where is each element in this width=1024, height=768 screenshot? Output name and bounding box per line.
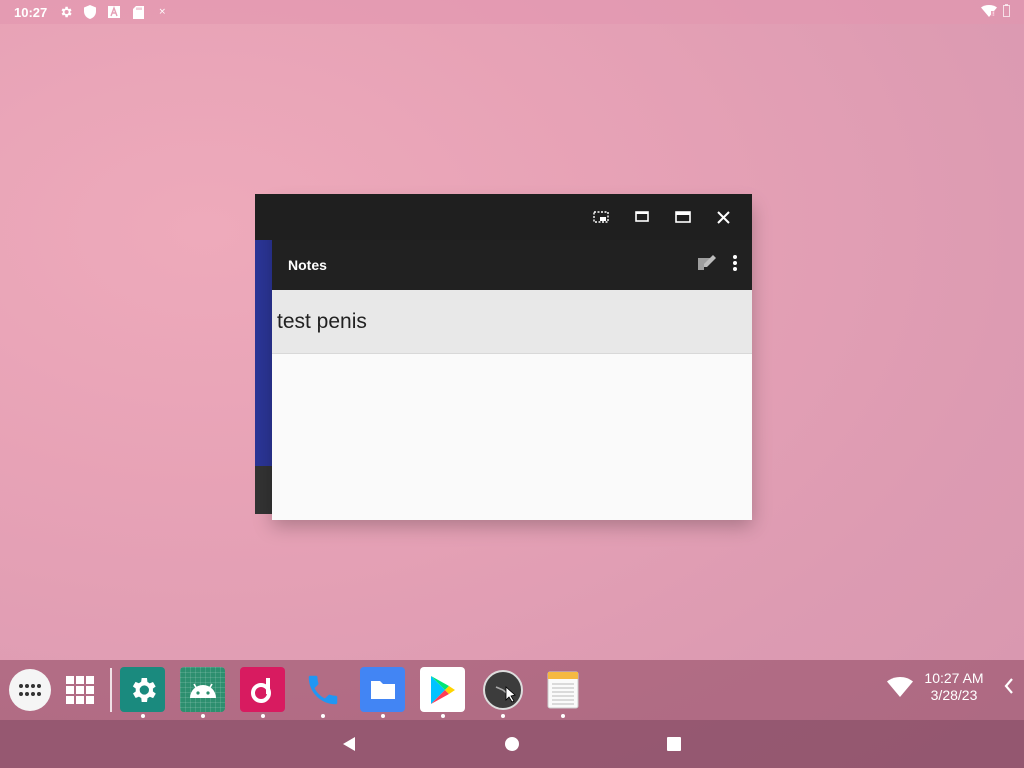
recents-icon[interactable] xyxy=(661,732,687,756)
phone-app-icon[interactable] xyxy=(300,667,345,712)
edit-note-icon[interactable] xyxy=(696,253,718,277)
clock-app-icon[interactable] xyxy=(480,667,525,712)
chevron-left-icon[interactable] xyxy=(1004,678,1014,699)
grid-icon[interactable] xyxy=(64,673,96,707)
android-app-icon[interactable] xyxy=(180,667,225,712)
settings-app-icon[interactable] xyxy=(120,667,165,712)
music-app-icon[interactable] xyxy=(240,667,285,712)
more-vert-icon[interactable] xyxy=(732,254,738,276)
wifi-status-icon[interactable] xyxy=(887,677,913,701)
running-indicator xyxy=(501,714,505,718)
taskbar-divider xyxy=(110,668,112,712)
app-drawer-button[interactable] xyxy=(9,669,51,711)
note-list-item[interactable]: test penis xyxy=(272,290,752,354)
window-titlebar[interactable] xyxy=(255,194,752,240)
taskbar: 10:27 AM 3/28/23 xyxy=(0,660,1024,720)
status-bar: 10:27 × ! xyxy=(0,0,1024,24)
home-icon[interactable] xyxy=(499,732,525,756)
battery-icon xyxy=(1003,4,1010,21)
clock-date: 3/28/23 xyxy=(930,687,978,703)
svg-text:!: ! xyxy=(992,11,994,17)
back-icon[interactable] xyxy=(336,732,362,756)
notes-window[interactable]: Notes test penis xyxy=(255,194,752,520)
running-indicator xyxy=(141,714,145,718)
font-icon xyxy=(107,5,121,19)
wifi-icon: ! xyxy=(981,4,997,21)
maximize-icon[interactable] xyxy=(621,197,662,237)
running-indicator xyxy=(381,714,385,718)
play-store-app-icon[interactable] xyxy=(420,667,465,712)
shield-icon xyxy=(83,5,97,19)
sd-card-icon xyxy=(131,5,145,19)
files-app-icon[interactable] xyxy=(360,667,405,712)
notepad-app-icon[interactable] xyxy=(540,667,585,712)
running-indicator xyxy=(261,714,265,718)
clock-time: 10:27 AM xyxy=(924,670,984,686)
background-window-content xyxy=(255,236,273,466)
status-time: 10:27 xyxy=(14,4,48,20)
running-indicator xyxy=(561,714,565,718)
fullscreen-icon[interactable] xyxy=(662,197,703,237)
note-title: test penis xyxy=(277,309,367,333)
taskbar-clock[interactable]: 10:27 AM 3/28/23 xyxy=(918,670,990,704)
app-title: Notes xyxy=(288,257,327,273)
settings-icon xyxy=(59,5,73,19)
running-indicator xyxy=(321,714,325,718)
navigation-bar xyxy=(0,720,1024,768)
running-indicator xyxy=(201,714,205,718)
notes-app-bar: Notes xyxy=(272,240,752,290)
background-window-footer xyxy=(255,466,273,514)
small-dot-icon: × xyxy=(158,7,167,17)
restore-icon[interactable] xyxy=(580,197,621,237)
running-indicator xyxy=(441,714,445,718)
close-icon[interactable] xyxy=(703,197,744,237)
